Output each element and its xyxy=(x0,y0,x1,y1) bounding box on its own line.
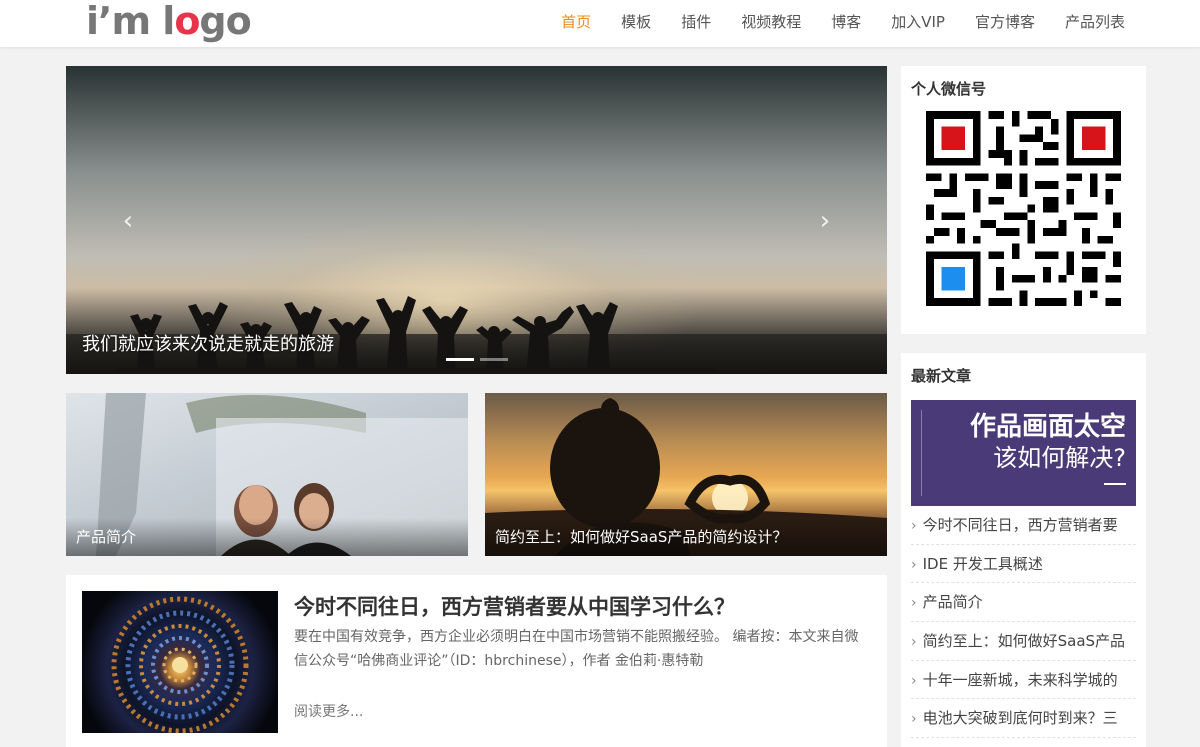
main-nav: 首页 模板 插件 视频教程 博客 加入VIP 官方博客 产品列表 xyxy=(546,0,1140,47)
nav-item-templates[interactable]: 模板 xyxy=(606,0,666,47)
nav-item-official-blog[interactable]: 官方博客 xyxy=(960,0,1050,47)
nav-item-blog[interactable]: 博客 xyxy=(816,0,876,47)
article-thumbnail[interactable] xyxy=(82,591,278,733)
wechat-qr-code xyxy=(926,111,1121,306)
chevron-right-icon: › xyxy=(911,556,917,573)
chevron-right-icon: › xyxy=(911,711,917,728)
feature-card-product-intro[interactable]: 产品简介 xyxy=(66,393,468,556)
article-list-item: 今时不同往日，西方营销者要从中国学习什么？ 要在中国有效竞争，西方企业必须明白在… xyxy=(66,575,887,747)
slider-next-button[interactable]: › xyxy=(813,206,837,236)
banner-subheadline: 该如何解决? xyxy=(993,444,1126,472)
widget-title: 最新文章 xyxy=(911,367,972,385)
nav-item-join-vip[interactable]: 加入VIP xyxy=(876,0,960,47)
chevron-right-icon: › xyxy=(819,206,831,236)
chevron-right-icon: › xyxy=(911,634,917,651)
chevron-right-icon: › xyxy=(911,595,917,612)
banner-divider xyxy=(921,410,922,496)
feature-card-caption[interactable]: 简约至上：如何做好SaaS产品的简约设计？ xyxy=(485,518,887,556)
nav-item-video-tutorials[interactable]: 视频教程 xyxy=(726,0,816,47)
chevron-right-icon: › xyxy=(911,672,917,689)
slider-dot-1[interactable] xyxy=(446,358,474,361)
slider-pagination xyxy=(446,358,508,361)
latest-posts-widget: 最新文章 作品画面太空 该如何解决? › 今时不同往日，西方营销者要 › IDE 开… xyxy=(901,353,1146,747)
feature-card-caption[interactable]: 产品简介 xyxy=(66,518,468,556)
latest-post-item[interactable]: › 简约至上：如何做好SaaS产品 xyxy=(911,622,1136,661)
site-logo[interactable]: i’m logo xyxy=(86,0,252,47)
slider-dot-2[interactable] xyxy=(480,358,508,361)
latest-posts-list: › 今时不同往日，西方营销者要 › IDE 开发工具概述 › 产品简介 › 简约至上：如… xyxy=(911,506,1136,739)
read-more-link[interactable]: 阅读更多... xyxy=(294,701,363,721)
latest-post-item[interactable]: › 产品简介 xyxy=(911,583,1136,623)
article-thumbnail-image xyxy=(111,596,249,733)
nav-item-plugins[interactable]: 插件 xyxy=(666,0,726,47)
hero-slider[interactable]: ‹ › 我们就应该来次说走就走的旅游 xyxy=(66,66,887,374)
slider-prev-button[interactable]: ‹ xyxy=(116,206,140,236)
banner-rule xyxy=(1104,483,1126,485)
hero-silhouettes-image xyxy=(116,296,716,374)
wechat-widget: 个人微信号 xyxy=(901,66,1146,334)
chevron-left-icon: ‹ xyxy=(122,206,134,236)
latest-post-item[interactable]: › IDE 开发工具概述 xyxy=(911,545,1136,584)
nav-item-product-list[interactable]: 产品列表 xyxy=(1050,0,1140,47)
feature-card-saas-design[interactable]: 简约至上：如何做好SaaS产品的简约设计？ xyxy=(485,393,887,556)
latest-post-item[interactable]: › 电池大突破到底何时到来？三 xyxy=(911,699,1136,739)
article-title[interactable]: 今时不同往日，西方营销者要从中国学习什么？ xyxy=(294,591,864,621)
latest-post-item[interactable]: › 今时不同往日，西方营销者要 xyxy=(911,506,1136,545)
chevron-right-icon: › xyxy=(911,518,917,534)
article-excerpt: 要在中国有效竞争，西方企业必须明白在中国市场营销不能照搬经验。 编者按：本文来自… xyxy=(294,629,859,669)
nav-item-home[interactable]: 首页 xyxy=(546,0,606,47)
latest-post-item[interactable]: › 十年一座新城，未来科学城的 xyxy=(911,661,1136,700)
site-header: i’m logo 首页 模板 插件 视频教程 博客 加入VIP 官方博客 产品列… xyxy=(0,0,1200,47)
widget-title: 个人微信号 xyxy=(911,80,987,98)
hero-caption[interactable]: 我们就应该来次说走就走的旅游 xyxy=(82,330,334,356)
latest-post-banner[interactable]: 作品画面太空 该如何解决? xyxy=(911,400,1136,506)
